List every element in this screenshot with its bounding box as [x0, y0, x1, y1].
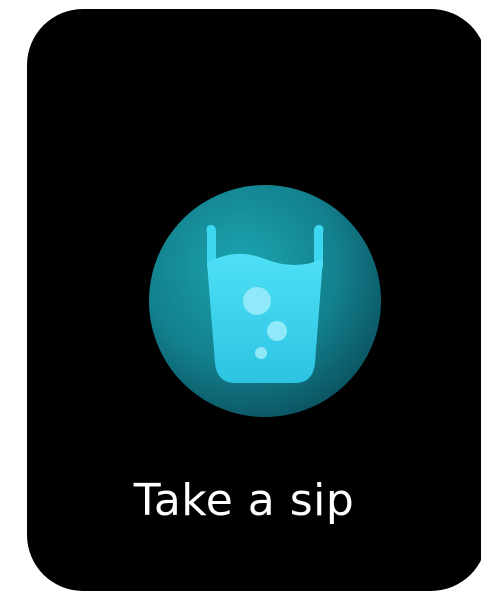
watch-screen: Take a sip	[27, 9, 481, 591]
reminder-message: Take a sip	[133, 475, 355, 526]
water-glass-icon	[149, 185, 381, 417]
